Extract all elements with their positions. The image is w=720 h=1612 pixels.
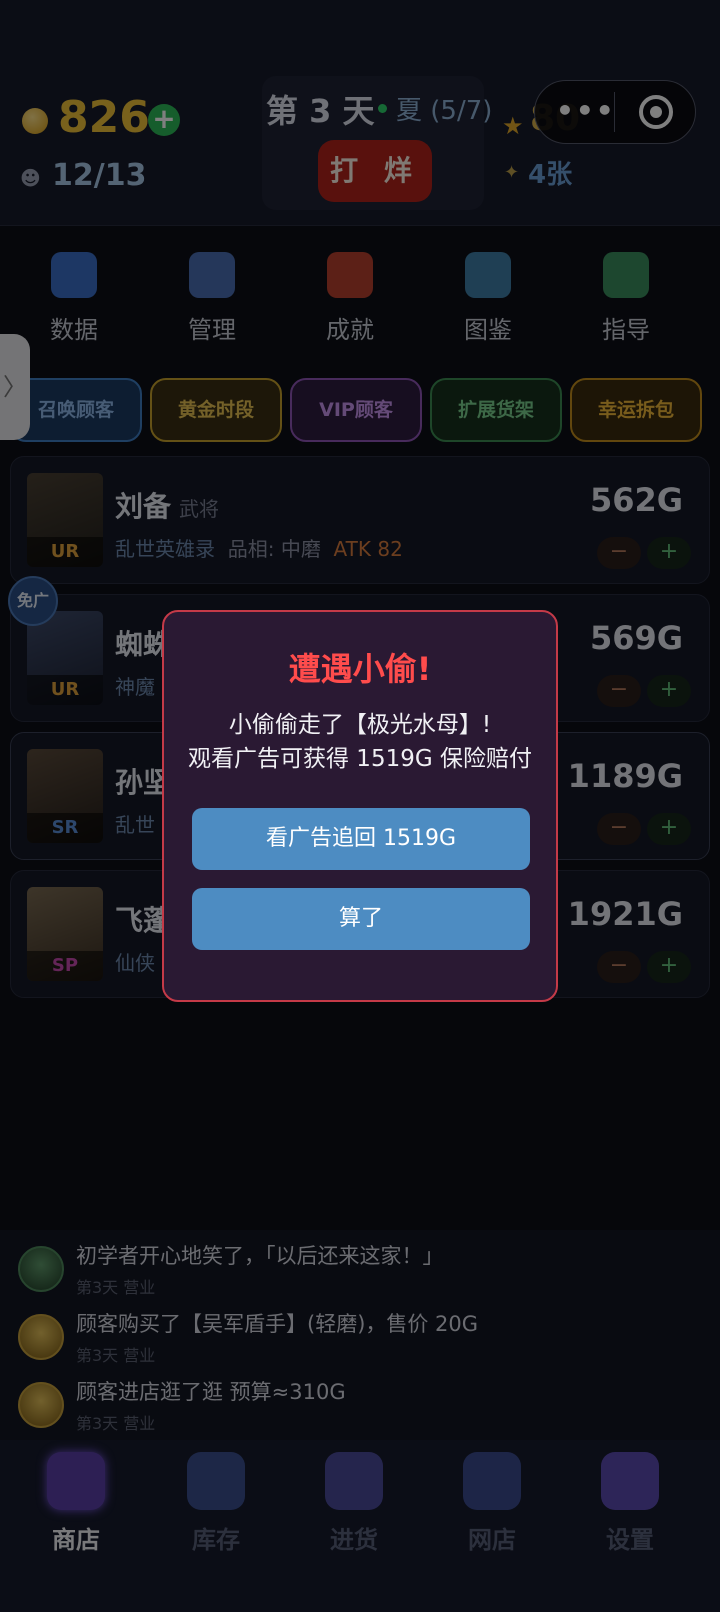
watch-ad-recover-button[interactable]: 看广告追回 1519G <box>192 808 530 870</box>
dialog-title: 遭遇小偷! <box>288 650 432 688</box>
dialog-message: 小偷偷走了【极光水母】! 观看广告可获得 1519G 保险赔付 <box>184 708 536 776</box>
thief-dialog: 遭遇小偷! 小偷偷走了【极光水母】! 观看广告可获得 1519G 保险赔付 看广… <box>162 610 558 1002</box>
dismiss-button[interactable]: 算了 <box>192 888 530 950</box>
dialog-line-insurance: 观看广告可获得 1519G 保险赔付 <box>188 746 532 772</box>
dialog-line-stolen: 小偷偷走了【极光水母】! <box>228 712 492 738</box>
